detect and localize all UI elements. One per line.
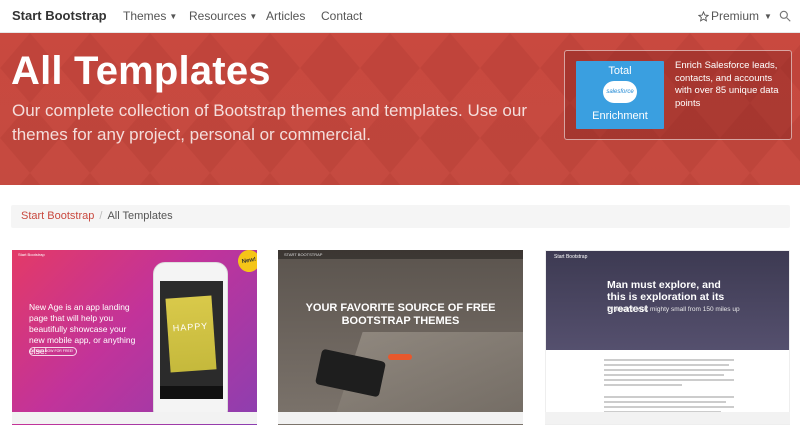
phone-screen: HAPPY bbox=[160, 281, 223, 399]
card-preview-nav: Start Bootstrap bbox=[554, 254, 588, 260]
ad-image[interactable]: Total salesforce Enrichment bbox=[576, 61, 664, 129]
sponsor-ad[interactable]: Total salesforce Enrichment Enrich Sales… bbox=[564, 50, 792, 140]
card-preview-subheading: Problems look mighty small from 150 mile… bbox=[607, 306, 740, 313]
navbar: Start Bootstrap Themes ▼ Resources ▼ Artic… bbox=[0, 0, 800, 33]
nav-contact[interactable]: Contact bbox=[321, 9, 362, 23]
card-preview-button bbox=[388, 354, 412, 360]
ad-image-bottom-text: Enrichment bbox=[592, 110, 648, 122]
card-preview-body bbox=[604, 359, 734, 416]
ad-text[interactable]: Enrich Salesforce leads, contacts, and a… bbox=[675, 60, 787, 110]
phone-photo: HAPPY bbox=[165, 295, 217, 373]
breadcrumb-home[interactable]: Start Bootstrap bbox=[21, 210, 94, 222]
card-preview-header: Start Bootstrap Man must explore, and th… bbox=[546, 251, 789, 350]
card-preview-heading: YOUR FAVORITE SOURCE OF FREE BOOTSTRAP T… bbox=[305, 302, 496, 327]
nav-premium[interactable]: Premium ▼ bbox=[698, 9, 772, 23]
salesforce-logo-icon: salesforce bbox=[603, 81, 637, 103]
template-card-new-age[interactable]: Start Bootstrap New Age is an app landin… bbox=[12, 250, 257, 425]
ad-image-top-text: Total bbox=[608, 65, 632, 77]
breadcrumb: Start Bootstrap / All Templates bbox=[11, 205, 790, 228]
card-footer bbox=[545, 412, 790, 424]
phone-toolbar bbox=[160, 386, 223, 399]
nav-themes[interactable]: Themes ▼ bbox=[123, 9, 177, 23]
card-footer bbox=[12, 412, 257, 424]
card-preview-nav: Start Bootstrap bbox=[18, 252, 45, 257]
phone-mockup: HAPPY bbox=[153, 262, 228, 422]
template-card-creative[interactable]: START BOOTSTRAP YOUR FAVORITE SOURCE OF … bbox=[278, 250, 523, 425]
nav-resources[interactable]: Resources ▼ bbox=[189, 9, 257, 23]
new-badge: New! bbox=[236, 250, 257, 274]
caret-down-icon: ▼ bbox=[764, 11, 772, 21]
star-outline-icon bbox=[698, 10, 709, 22]
breadcrumb-separator: / bbox=[99, 210, 103, 222]
template-card-clean-blog[interactable]: Start Bootstrap Man must explore, and th… bbox=[545, 250, 790, 425]
card-footer bbox=[278, 412, 523, 424]
search-icon[interactable] bbox=[778, 9, 792, 23]
card-preview-button: START NOW FOR FREE! bbox=[29, 347, 77, 356]
phone-photo-text: HAPPY bbox=[172, 320, 209, 334]
premium-label: Premium bbox=[711, 9, 760, 23]
page-title: All Templates bbox=[11, 49, 271, 93]
nav-articles[interactable]: Articles bbox=[266, 9, 305, 23]
hero-banner: All Templates Our complete collection of… bbox=[0, 33, 800, 185]
brand-link[interactable]: Start Bootstrap bbox=[12, 8, 107, 23]
card-preview-nav: START BOOTSTRAP bbox=[278, 250, 523, 259]
caret-down-icon: ▼ bbox=[169, 12, 178, 21]
page-subtitle: Our complete collection of Bootstrap the… bbox=[12, 101, 527, 144]
caret-down-icon: ▼ bbox=[249, 12, 258, 21]
breadcrumb-current: All Templates bbox=[107, 210, 173, 222]
